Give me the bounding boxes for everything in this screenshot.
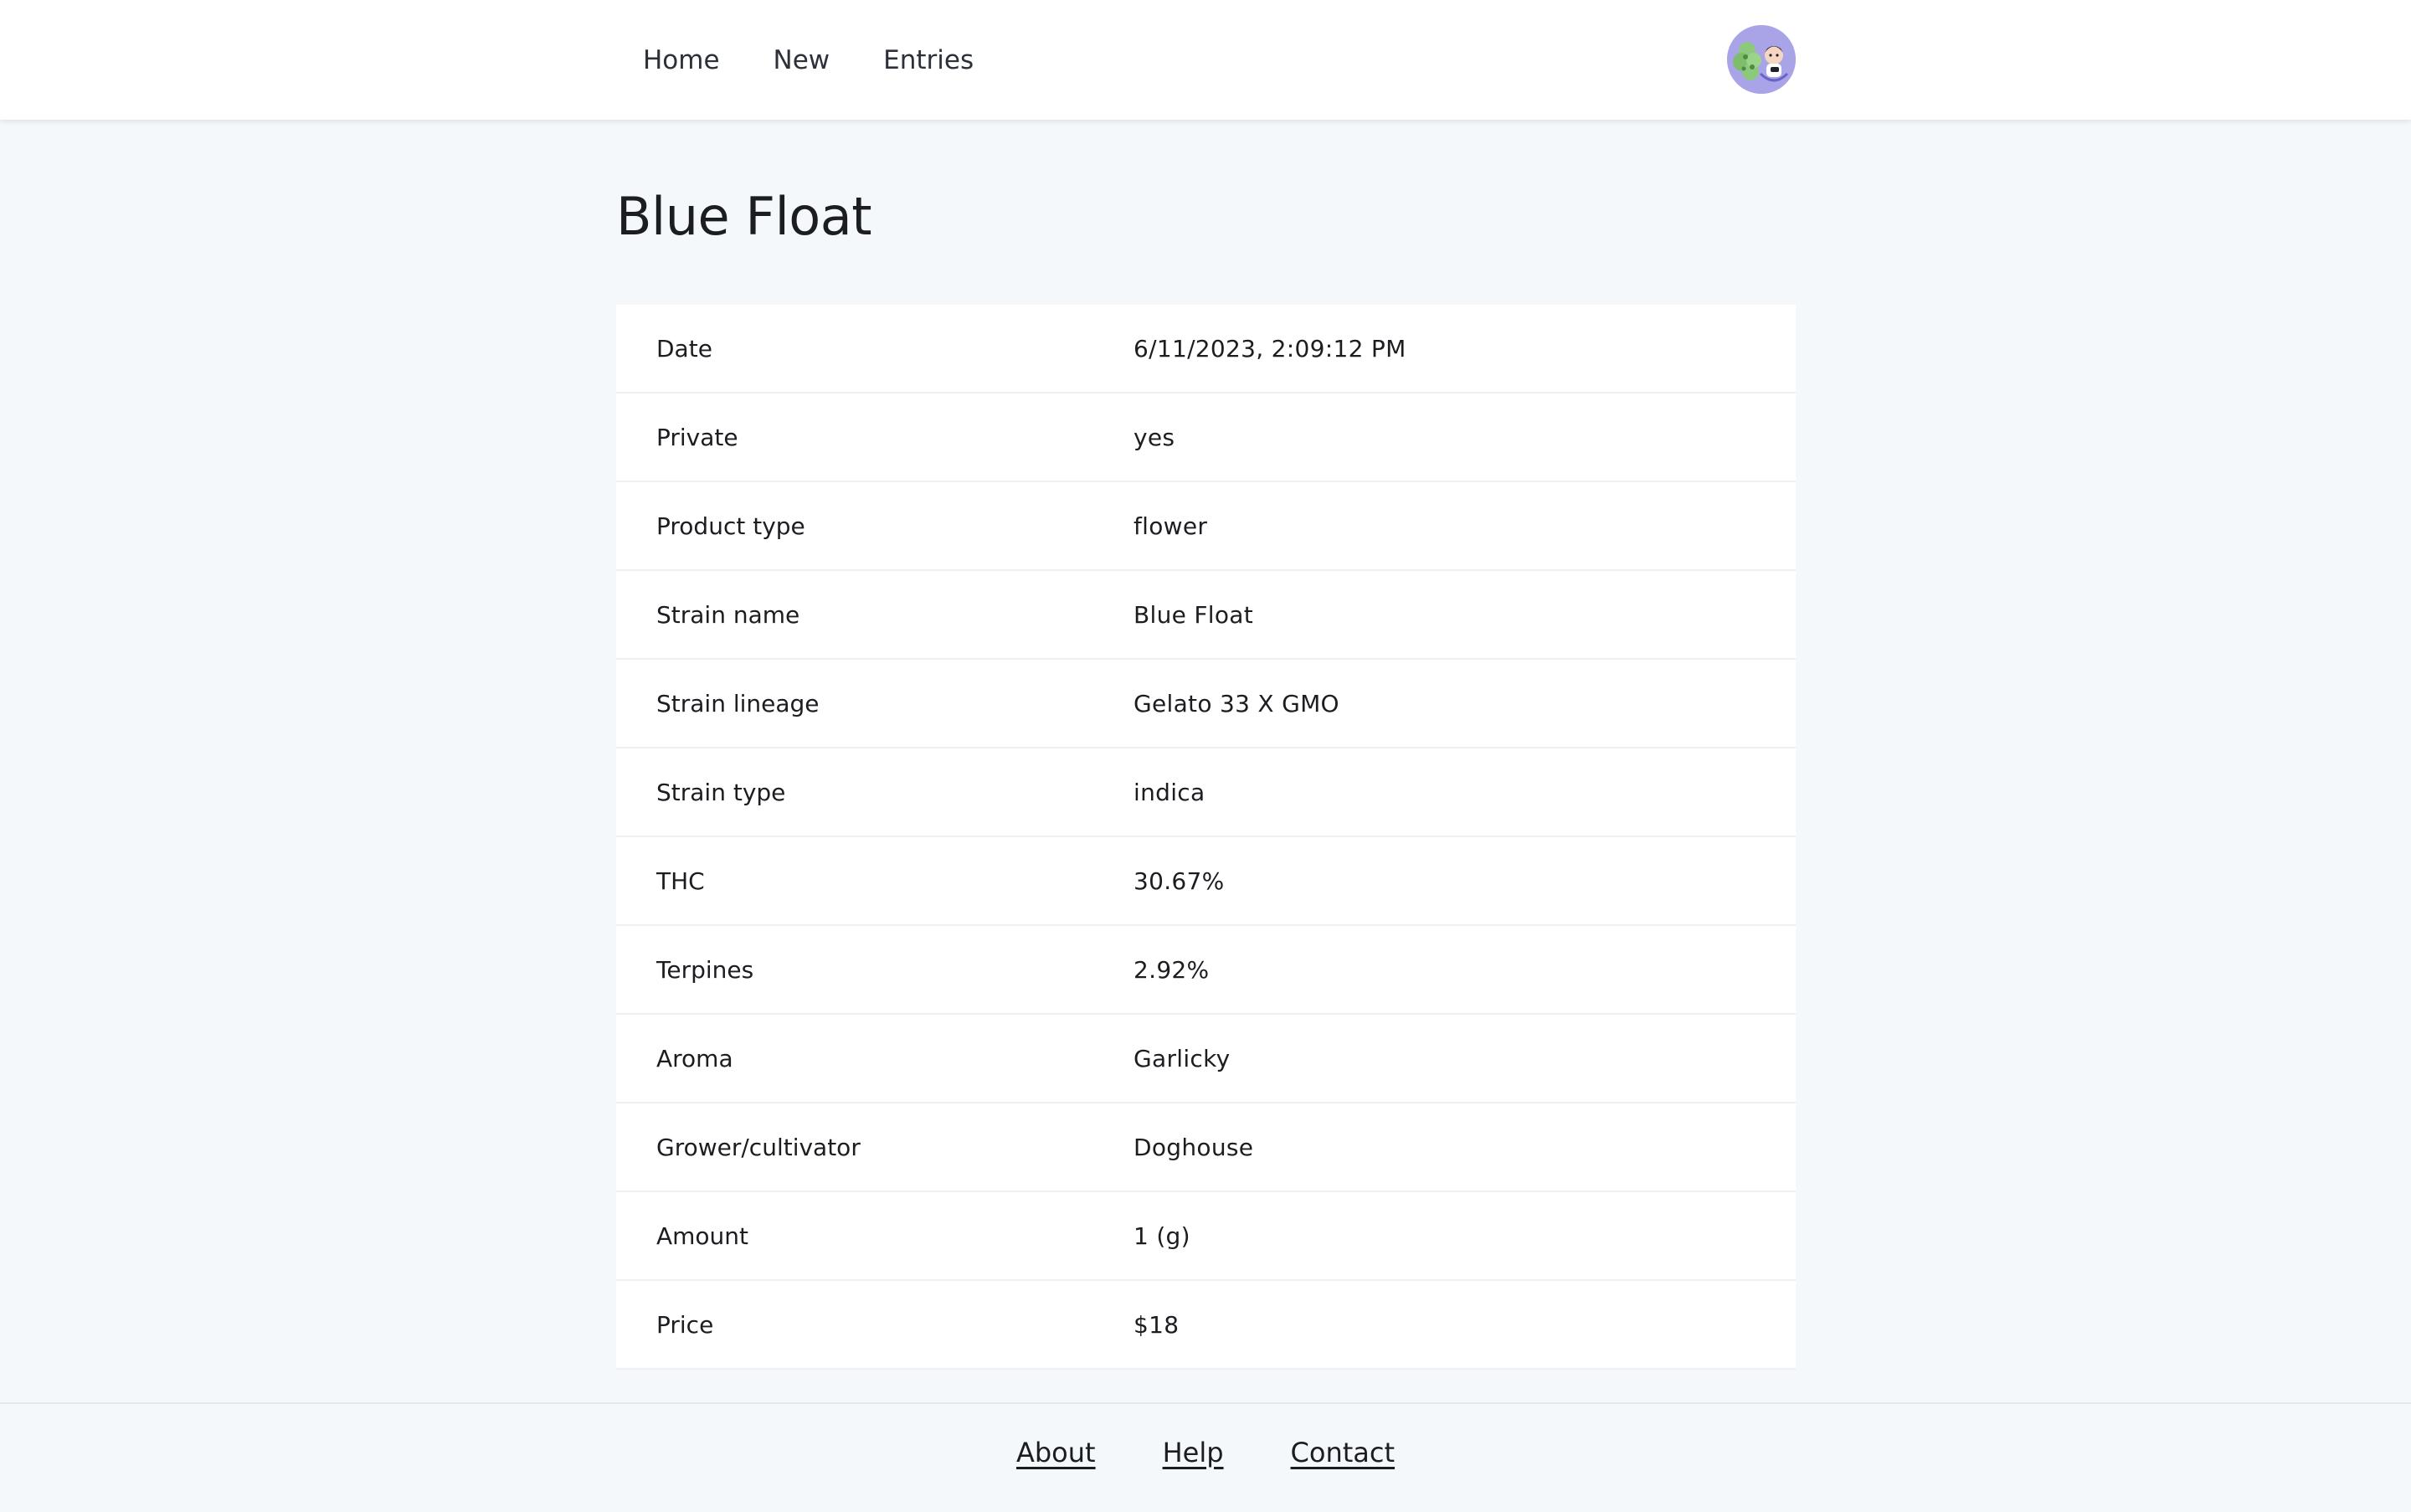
nav-entries-link[interactable]: Entries [856, 30, 1000, 90]
footer-help-link[interactable]: Help [1163, 1437, 1224, 1468]
detail-row-strain-lineage: Strain lineage Gelato 33 X GMO [616, 660, 1796, 748]
detail-row-private: Private yes [616, 393, 1796, 482]
detail-value: yes [1134, 423, 1175, 451]
footer: About Help Contact [0, 1404, 2411, 1512]
user-avatar-icon [1727, 25, 1796, 94]
user-avatar-button[interactable] [1727, 25, 1796, 94]
detail-row-amount: Amount 1 (g) [616, 1192, 1796, 1281]
top-navigation-bar: Home New Entries [0, 0, 2411, 120]
detail-label: Private [656, 423, 738, 451]
detail-value: 30.67% [1134, 867, 1225, 895]
detail-value: $18 [1134, 1310, 1180, 1339]
detail-label: Product type [656, 512, 805, 540]
page-title: Blue Float [616, 186, 872, 247]
entry-details-table: Date 6/11/2023, 2:09:12 PM Private yes P… [616, 305, 1796, 1370]
footer-about-link[interactable]: About [1016, 1437, 1096, 1468]
detail-label: Strain name [656, 600, 800, 629]
detail-value: 1 (g) [1134, 1221, 1190, 1250]
detail-row-aroma: Aroma Garlicky [616, 1015, 1796, 1103]
detail-label: Terpines [656, 955, 754, 984]
detail-value: indica [1134, 778, 1206, 806]
detail-value: 2.92% [1134, 955, 1210, 984]
detail-row-strain-type: Strain type indica [616, 748, 1796, 837]
detail-label: Grower/cultivator [656, 1133, 861, 1161]
detail-value: 6/11/2023, 2:09:12 PM [1134, 334, 1406, 363]
detail-row-terpines: Terpines 2.92% [616, 926, 1796, 1015]
detail-label: Amount [656, 1221, 749, 1250]
nav-new-link[interactable]: New [747, 30, 857, 90]
detail-row-product-type: Product type flower [616, 482, 1796, 571]
detail-label: Aroma [656, 1044, 733, 1072]
detail-value: Blue Float [1134, 600, 1254, 629]
detail-label: Price [656, 1310, 714, 1339]
detail-label: THC [656, 867, 705, 895]
detail-value: Gelato 33 X GMO [1134, 689, 1339, 717]
detail-value: Doghouse [1134, 1133, 1254, 1161]
nav-home-link[interactable]: Home [616, 30, 747, 90]
footer-contact-link[interactable]: Contact [1291, 1437, 1396, 1468]
main-nav: Home New Entries [616, 0, 1000, 120]
detail-label: Strain type [656, 778, 786, 806]
detail-row-grower: Grower/cultivator Doghouse [616, 1103, 1796, 1192]
detail-value: Garlicky [1134, 1044, 1231, 1072]
detail-label: Strain lineage [656, 689, 820, 717]
detail-row-strain-name: Strain name Blue Float [616, 571, 1796, 660]
detail-row-price: Price $18 [616, 1281, 1796, 1370]
detail-row-date: Date 6/11/2023, 2:09:12 PM [616, 305, 1796, 393]
detail-row-thc: THC 30.67% [616, 837, 1796, 926]
detail-value: flower [1134, 512, 1208, 540]
detail-label: Date [656, 334, 712, 363]
